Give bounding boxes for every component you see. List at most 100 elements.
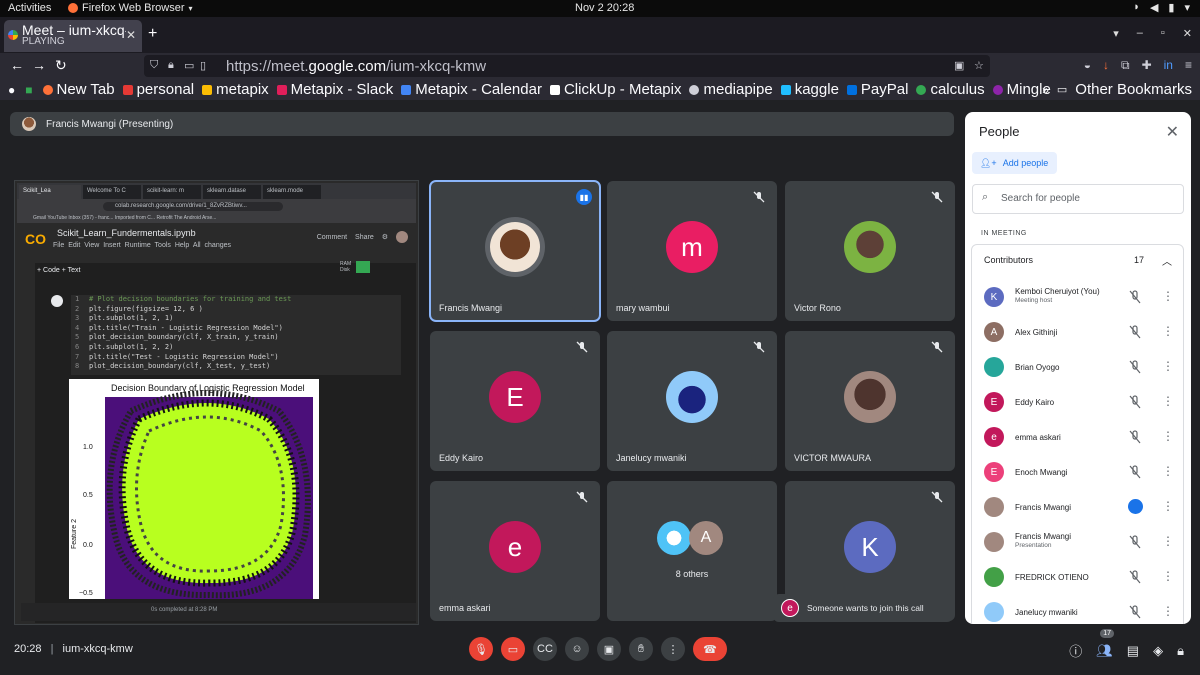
more-vert-icon[interactable]: ⋮ bbox=[1162, 324, 1174, 338]
more-vert-icon[interactable]: ⋮ bbox=[1162, 569, 1174, 583]
participant-tile[interactable]: e emma askari bbox=[430, 481, 600, 621]
bookmark-paypal[interactable]: PayPal bbox=[846, 81, 908, 98]
forward-icon[interactable]: → bbox=[32, 57, 46, 73]
participant-row[interactable]: K Kemboi Cheruiyot (You) Meeting host ⋮ bbox=[972, 281, 1185, 316]
participant-row[interactable]: E Eddy Kairo ⋮ bbox=[972, 386, 1185, 421]
mic-off-icon[interactable] bbox=[1128, 360, 1142, 374]
bookmark-metapix-slack[interactable]: Metapix - Slack bbox=[276, 81, 393, 98]
mic-permission-icon[interactable]: ▯ bbox=[200, 59, 206, 72]
emoji-button[interactable]: ☺ bbox=[565, 637, 589, 661]
participant-tile[interactable]: Victor Rono bbox=[785, 181, 955, 321]
screen-share-indicator-icon[interactable]: ▣ bbox=[954, 59, 964, 72]
activities-button[interactable]: Activities bbox=[8, 2, 51, 14]
captions-button[interactable]: CC bbox=[533, 637, 557, 661]
system-tray[interactable]: ◗ ◀ ▮ ▾ bbox=[1133, 1, 1190, 14]
participant-name: emma askari bbox=[439, 603, 491, 613]
mic-off-icon[interactable] bbox=[1128, 430, 1142, 444]
participant-tile[interactable]: ▮▮ Francis Mwangi bbox=[429, 180, 601, 322]
clock[interactable]: Nov 2 20:28 bbox=[575, 2, 634, 14]
download-icon[interactable]: ↓ bbox=[1103, 58, 1109, 73]
pocket-icon[interactable]: ◒ bbox=[1084, 58, 1091, 73]
all-changes-text: All changes bbox=[192, 242, 232, 249]
list-tabs-icon[interactable]: ▾ bbox=[1113, 27, 1119, 40]
participant-row[interactable]: Janelucy mwaniki ⋮ bbox=[972, 596, 1185, 624]
more-vert-icon[interactable]: ⋮ bbox=[1162, 289, 1174, 303]
bookmark-metapix[interactable]: metapix bbox=[202, 81, 269, 98]
other-bookmarks[interactable]: Other Bookmarks bbox=[1075, 81, 1192, 98]
lock-icon[interactable]: 🔒︎ bbox=[1177, 643, 1184, 659]
participant-tile[interactable]: Janelucy mwaniki bbox=[607, 331, 777, 471]
bookmark-metapix-calendar[interactable]: Metapix - Calendar bbox=[401, 81, 542, 98]
bookmark-icon[interactable]: ■ bbox=[25, 83, 32, 97]
mic-off-icon[interactable] bbox=[1128, 605, 1142, 619]
mic-off-icon[interactable] bbox=[1128, 395, 1142, 409]
participant-row[interactable]: Brian Oyogo ⋮ bbox=[972, 351, 1185, 386]
more-vert-icon[interactable]: ⋮ bbox=[1162, 464, 1174, 478]
add-people-button[interactable]: 👤︎+ Add people bbox=[972, 152, 1057, 174]
mic-off-icon[interactable] bbox=[1128, 465, 1142, 479]
bookmark-personal[interactable]: personal bbox=[122, 81, 194, 98]
chevron-right-double-icon[interactable]: » bbox=[1042, 83, 1049, 97]
more-vert-icon[interactable]: ⋮ bbox=[1162, 534, 1174, 548]
mic-off-icon[interactable] bbox=[1128, 290, 1142, 304]
more-vert-icon[interactable]: ⋮ bbox=[1162, 499, 1174, 513]
participant-tile[interactable]: m mary wambui bbox=[607, 181, 777, 321]
bookmark-new-tab[interactable]: New Tab bbox=[42, 81, 115, 98]
maximize-icon[interactable]: ▫ bbox=[1161, 27, 1165, 40]
contributors-header[interactable]: Contributors 17 ︿ bbox=[984, 255, 1174, 268]
camera-permission-icon[interactable]: ▭ bbox=[184, 59, 194, 72]
people-icon[interactable]: 👥︎ bbox=[1096, 643, 1113, 659]
overflow-menu-icon[interactable]: ≡ bbox=[1185, 58, 1192, 73]
close-window-icon[interactable]: ✕ bbox=[1183, 27, 1192, 40]
bookmark-clickup[interactable]: ClickUp - Metapix bbox=[549, 81, 681, 98]
more-vert-icon[interactable]: ⋮ bbox=[1162, 394, 1174, 408]
back-icon[interactable]: ← bbox=[10, 57, 24, 73]
raise-hand-button[interactable]: ✋︎ bbox=[629, 637, 653, 661]
new-tab-button[interactable]: + bbox=[148, 25, 157, 43]
more-vert-icon[interactable]: ⋮ bbox=[1162, 429, 1174, 443]
bookmark-mediapipe[interactable]: mediapipe bbox=[689, 81, 773, 98]
participant-tile[interactable]: E Eddy Kairo bbox=[430, 331, 600, 471]
extension-icon[interactable]: ⧉ bbox=[1121, 58, 1130, 73]
participant-row[interactable]: Francis Mwangi Presentation ⋮ bbox=[972, 526, 1185, 561]
participant-row[interactable]: e emma askari ⋮ bbox=[972, 421, 1185, 456]
more-vert-icon[interactable]: ⋮ bbox=[1162, 359, 1174, 373]
more-vert-icon[interactable]: ⋮ bbox=[1162, 604, 1174, 618]
participant-row[interactable]: FREDRICK OTIENO ⋮ bbox=[972, 561, 1185, 596]
avatar bbox=[984, 602, 1004, 622]
lock-icon[interactable]: 🔒︎ bbox=[168, 59, 174, 72]
mic-off-button[interactable]: 🎙︎ bbox=[469, 637, 493, 661]
participant-tile[interactable]: VICTOR MWAURA bbox=[785, 331, 955, 471]
extension-puzzle-icon[interactable]: ✚ bbox=[1142, 58, 1152, 73]
participant-row[interactable]: E Enoch Mwangi ⋮ bbox=[972, 456, 1185, 491]
more-options-button[interactable]: ⋮ bbox=[661, 637, 685, 661]
bookmark-kaggle[interactable]: kaggle bbox=[780, 81, 839, 98]
bookmark-calculus[interactable]: calculus bbox=[916, 81, 985, 98]
mic-off-icon[interactable] bbox=[1128, 325, 1142, 339]
shield-icon[interactable]: ⛉ bbox=[150, 59, 158, 72]
join-request-toast[interactable]: e Someone wants to join this call bbox=[773, 594, 953, 622]
participant-row[interactable]: A Alex Githinji ⋮ bbox=[972, 316, 1185, 351]
address-bar[interactable]: ⛉ 🔒︎ ▭ ▯ https://meet.google.com/ium-xkc… bbox=[144, 55, 990, 77]
chat-icon[interactable]: ▤ bbox=[1127, 643, 1139, 659]
mic-off-icon[interactable] bbox=[1128, 570, 1142, 584]
participant-row[interactable]: Francis Mwangi ⋮ bbox=[972, 491, 1185, 526]
close-icon[interactable]: ✕ bbox=[126, 28, 136, 42]
audio-off-icon[interactable] bbox=[1128, 535, 1142, 549]
present-button[interactable]: ▣ bbox=[597, 637, 621, 661]
github-icon[interactable]: ● bbox=[8, 83, 15, 97]
others-tile[interactable]: A 8 others bbox=[607, 481, 777, 621]
minimize-icon[interactable]: – bbox=[1137, 27, 1143, 40]
info-icon[interactable]: ⓘ bbox=[1069, 641, 1082, 660]
close-icon[interactable]: ✕ bbox=[1166, 122, 1179, 142]
reload-icon[interactable]: ↻ bbox=[55, 57, 67, 74]
app-menu[interactable]: Firefox Web Browser ▾ bbox=[68, 2, 193, 14]
code-cell: 1 # Plot decision boundaries for training… bbox=[71, 295, 401, 375]
leave-call-button[interactable]: ☎︎ bbox=[693, 637, 727, 661]
search-people-input[interactable]: ⌕ Search for people bbox=[972, 184, 1184, 214]
camera-off-button[interactable]: ▭ bbox=[501, 637, 525, 661]
linkedin-icon[interactable]: in bbox=[1164, 58, 1173, 73]
activities-icon[interactable]: ◈ bbox=[1153, 643, 1163, 659]
bookmark-star-icon[interactable]: ☆ bbox=[974, 59, 984, 72]
tab-meet[interactable]: Meet – ium-xkcq- PLAYING ✕ bbox=[4, 20, 142, 52]
